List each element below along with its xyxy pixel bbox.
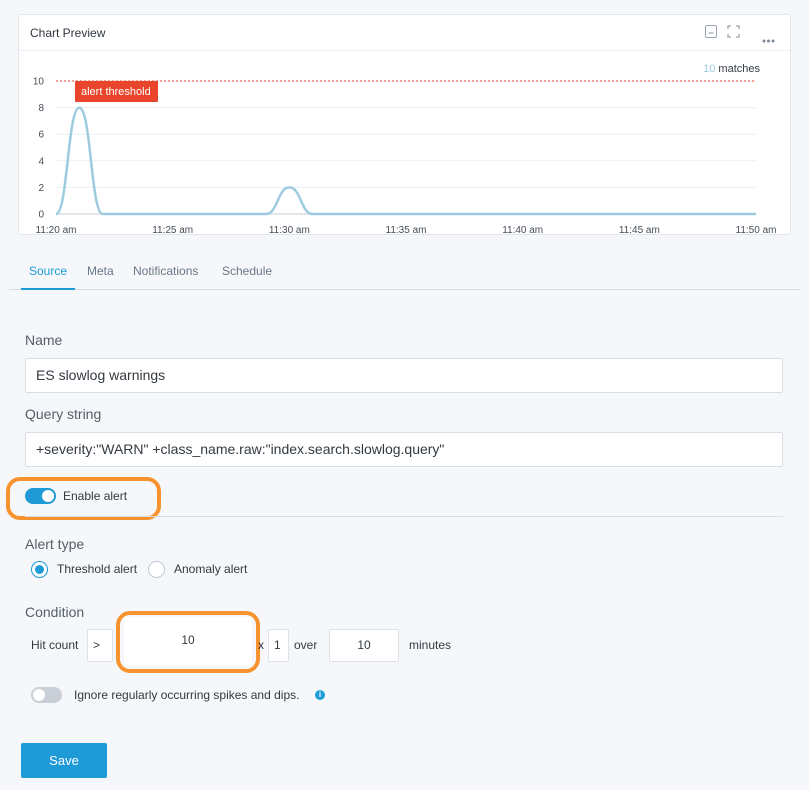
alert-type-label: Alert type [25,536,85,552]
x-tick-label: 11:30 am [269,225,310,235]
chart-preview-header: Chart Preview [19,15,790,51]
more-icon[interactable] [762,31,775,46]
chart-preview-card: Chart Preview 10 matches 0 2 4 6 8 10 11:20 a… [18,14,791,235]
x-tick-label: 11:40 am [502,225,543,235]
chart-preview-title: Chart Preview [30,26,106,40]
hit-count-label: Hit count [31,638,79,652]
editor-tabs: Source Meta Notifications Schedule [9,258,800,290]
tab-source[interactable]: Source [29,264,67,278]
hits-line-chart: 0 2 4 6 8 10 11:20 am 11:25 am 11:30 am 11:35 am… [33,77,777,236]
y-tick-label: 10 [33,77,45,88]
x-tick-label: 11:25 am [152,225,193,235]
save-button[interactable]: Save [21,743,107,778]
threshold-highlight [116,611,260,673]
chart-grid [56,80,756,215]
threshold-alert-radio[interactable] [31,561,48,578]
operator-select[interactable]: > [87,629,113,662]
threshold-label: alert threshold [81,86,151,98]
chart-y-ticks: 0 2 4 6 8 10 [33,77,45,221]
threshold-alert-label: Threshold alert [57,562,138,576]
query-string-input[interactable]: +severity:"WARN" +class_name.raw:"index.… [25,432,783,467]
times-symbol: x [258,638,264,652]
info-icon[interactable]: i [315,690,325,700]
enable-alert-highlight [6,477,161,520]
tab-meta[interactable]: Meta [87,264,114,278]
x-tick-label: 11:35 am [386,225,427,235]
y-tick-label: 0 [38,210,44,221]
y-tick-label: 4 [38,156,44,167]
toggle-knob [33,689,45,701]
query-string-label: Query string [25,406,102,422]
y-tick-label: 8 [38,103,44,114]
ignore-spikes-label: Ignore regularly occurring spikes and di… [74,688,300,702]
name-input[interactable]: ES slowlog warnings [25,358,783,393]
y-tick-label: 2 [38,183,44,194]
condition-label: Condition [25,604,85,620]
chart-x-ticks: 11:20 am 11:25 am 11:30 am 11:35 am 11:40 am… [36,225,777,235]
active-tab-indicator [21,288,75,290]
y-tick-label: 6 [38,130,44,141]
x-tick-label: 11:45 am [619,225,660,235]
expand-icon[interactable] [727,25,740,41]
tab-notifications[interactable]: Notifications [133,264,198,278]
minimize-icon[interactable] [705,25,717,41]
anomaly-alert-radio[interactable] [148,561,165,578]
anomaly-alert-label: Anomaly alert [174,562,248,576]
ignore-spikes-toggle[interactable] [31,687,62,703]
section-divider [25,516,783,517]
x-tick-label: 11:50 am [736,225,777,235]
window-input[interactable]: 10 [329,629,399,662]
name-label: Name [25,332,63,348]
over-label: over [294,638,318,652]
multiplier-input[interactable]: 1 [268,629,289,662]
x-tick-label: 11:20 am [36,225,77,235]
minutes-label: minutes [409,638,452,652]
tab-schedule[interactable]: Schedule [222,264,272,278]
threshold-label-badge: alert threshold [75,81,158,102]
